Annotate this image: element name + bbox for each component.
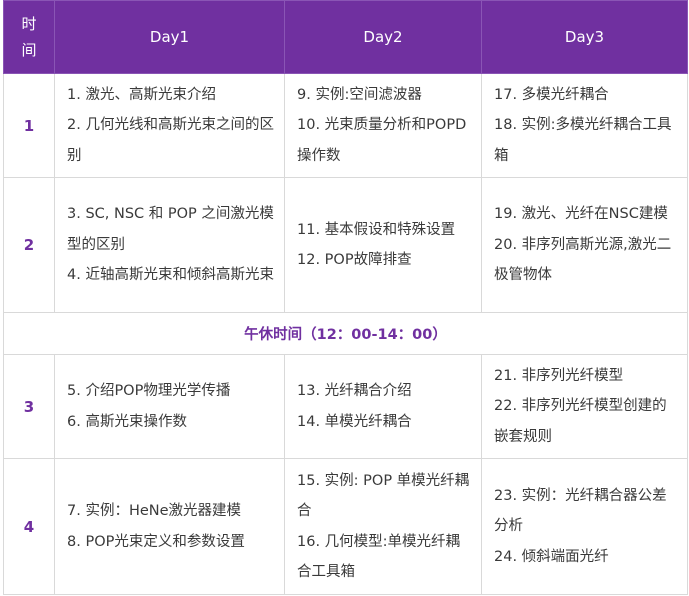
header-row: 时 间 Day1 Day2 Day3 [3, 0, 688, 74]
topic-item: 3. SC, NSC 和 POP 之间激光模型的区别 [67, 206, 274, 253]
day3-cell: 23. 实例：光纤耦合器公差分析 24. 倾斜端面光纤 [481, 458, 688, 595]
header-day1: Day1 [54, 0, 285, 74]
header-time: 时 间 [3, 0, 55, 74]
header-day3: Day3 [481, 0, 688, 74]
day2-cell: 11. 基本假设和特殊设置 12. POP故障排查 [284, 177, 482, 313]
day3-cell: 19. 激光、光纤在NSC建模 20. 非序列高斯光源,激光二极管物体 [481, 177, 688, 313]
topic-item: 18. 实例:多模光纤耦合工具箱 [494, 117, 672, 164]
header-day2: Day2 [284, 0, 482, 74]
topic-item: 6. 高斯光束操作数 [67, 413, 187, 430]
day1-cell: 5. 介绍POP物理光学传播 6. 高斯光束操作数 [54, 354, 285, 459]
topic-item: 4. 近轴高斯光束和倾斜高斯光束 [67, 267, 274, 284]
row-number: 4 [3, 458, 55, 595]
topic-item: 20. 非序列高斯光源,激光二极管物体 [494, 236, 672, 284]
table-row: 4 7. 实例：HeNe激光器建模 8. POP光束定义和参数设置 15. 实例… [3, 458, 688, 595]
topic-item: 16. 几何模型:单模光纤耦合工具箱 [297, 533, 461, 581]
topic-item: 7. 实例：HeNe激光器建模 [67, 503, 242, 519]
topic-item: 21. 非序列光纤模型 [494, 367, 624, 384]
topic-item: 1. 激光、高斯光束介绍 [67, 86, 216, 103]
row-number: 3 [3, 354, 55, 459]
schedule-table: 时 间 Day1 Day2 Day3 1 1. 激光、高斯光束介绍 2. 几何光… [3, 0, 688, 595]
day2-cell: 9. 实例:空间滤波器 10. 光束质量分析和POPD操作数 [284, 73, 482, 178]
day1-cell: 3. SC, NSC 和 POP 之间激光模型的区别 4. 近轴高斯光束和倾斜高… [54, 177, 285, 313]
topic-item: 23. 实例：光纤耦合器公差分析 [494, 487, 667, 535]
topic-item: 5. 介绍POP物理光学传播 [67, 383, 231, 399]
lunch-break-label: 午休时间（12：00-14：00） [3, 312, 688, 355]
topic-item: 14. 单模光纤耦合 [297, 413, 412, 430]
topic-item: 17. 多模光纤耦合 [494, 86, 609, 103]
row-number: 2 [3, 177, 55, 313]
day1-cell: 7. 实例：HeNe激光器建模 8. POP光束定义和参数设置 [54, 458, 285, 595]
table-row: 3 5. 介绍POP物理光学传播 6. 高斯光束操作数 13. 光纤耦合介绍 1… [3, 354, 688, 459]
day3-cell: 17. 多模光纤耦合 18. 实例:多模光纤耦合工具箱 [481, 73, 688, 178]
header-time-char-2: 间 [21, 41, 37, 59]
topic-item: 24. 倾斜端面光纤 [494, 548, 609, 565]
topic-item: 11. 基本假设和特殊设置 [297, 221, 456, 238]
header-time-char-1: 时 [21, 15, 37, 33]
topic-item: 2. 几何光线和高斯光束之间的区别 [67, 117, 274, 164]
day3-cell: 21. 非序列光纤模型 22. 非序列光纤模型创建的嵌套规则 [481, 354, 688, 459]
lunch-row: 午休时间（12：00-14：00） [3, 312, 688, 355]
table-row: 1 1. 激光、高斯光束介绍 2. 几何光线和高斯光束之间的区别 9. 实例:空… [3, 73, 688, 178]
topic-item: 12. POP故障排查 [297, 252, 412, 268]
topic-item: 13. 光纤耦合介绍 [297, 383, 412, 399]
day2-cell: 13. 光纤耦合介绍 14. 单模光纤耦合 [284, 354, 482, 459]
day1-cell: 1. 激光、高斯光束介绍 2. 几何光线和高斯光束之间的区别 [54, 73, 285, 178]
topic-item: 15. 实例: POP 单模光纤耦合 [297, 472, 470, 520]
row-number: 1 [3, 73, 55, 178]
topic-item: 22. 非序列光纤模型创建的嵌套规则 [494, 398, 667, 445]
topic-item: 8. POP光束定义和参数设置 [67, 533, 245, 550]
topic-item: 10. 光束质量分析和POPD操作数 [297, 117, 467, 164]
table-row: 2 3. SC, NSC 和 POP 之间激光模型的区别 4. 近轴高斯光束和倾… [3, 177, 688, 313]
topic-item: 19. 激光、光纤在NSC建模 [494, 206, 668, 223]
topic-item: 9. 实例:空间滤波器 [297, 86, 422, 103]
day2-cell: 15. 实例: POP 单模光纤耦合 16. 几何模型:单模光纤耦合工具箱 [284, 458, 482, 595]
